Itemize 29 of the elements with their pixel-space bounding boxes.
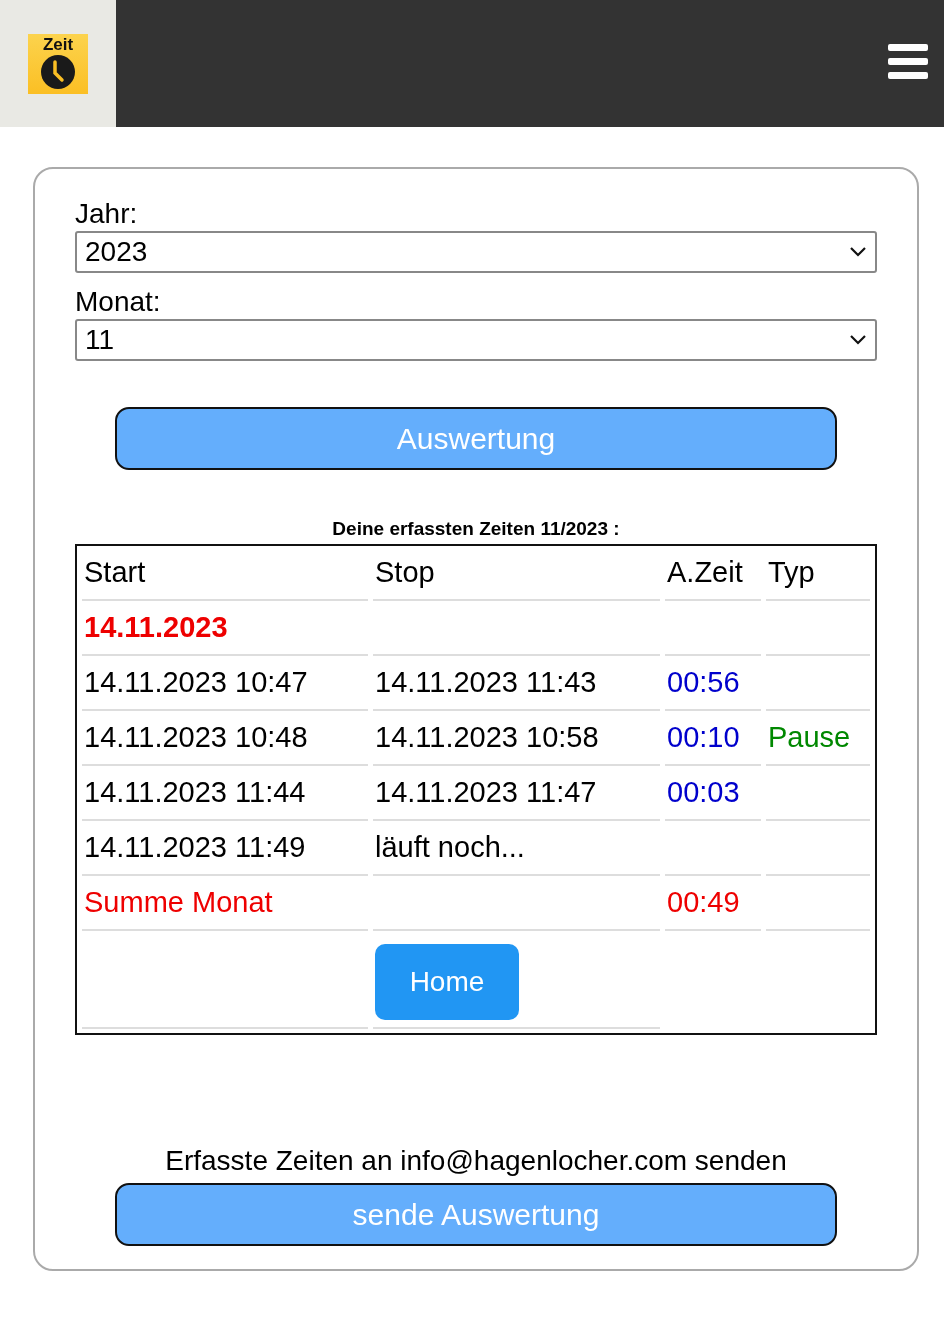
table-caption: Deine erfassten Zeiten 11/2023 : bbox=[332, 518, 620, 540]
table-cell: Pause bbox=[766, 711, 870, 766]
send-info-text: Erfasste Zeiten an info@hagenlocher.com senden bbox=[165, 1145, 787, 1177]
column-header: Start bbox=[82, 546, 368, 601]
table-cell: 14.11.2023 11:47 bbox=[373, 766, 660, 821]
table-cell: 14.11.2023 11:49 bbox=[82, 821, 368, 876]
app-logo[interactable]: Zeit bbox=[28, 33, 88, 94]
table-cell: 14.11.2023 11:44 bbox=[82, 766, 368, 821]
table-cell: 00:03 bbox=[665, 766, 761, 821]
menu-icon[interactable] bbox=[888, 44, 928, 80]
column-header: Typ bbox=[766, 546, 870, 601]
table-cell: 14.11.2023 11:43 bbox=[373, 656, 660, 711]
table-cell: 00:49 bbox=[665, 876, 761, 931]
column-header: Stop bbox=[373, 546, 660, 601]
table-cell: 14.11.2023 bbox=[82, 601, 368, 656]
table-cell: 14.11.2023 10:48 bbox=[82, 711, 368, 766]
chevron-down-icon bbox=[849, 334, 867, 346]
table-cell: 14.11.2023 10:58 bbox=[373, 711, 660, 766]
chevron-down-icon bbox=[849, 246, 867, 258]
table-cell: läuft noch... bbox=[373, 821, 660, 876]
table-cell: 14.11.2023 10:47 bbox=[82, 656, 368, 711]
year-label: Jahr: bbox=[75, 197, 138, 231]
month-select[interactable]: 11 bbox=[75, 319, 877, 361]
month-label: Monat: bbox=[75, 285, 161, 319]
column-header: A.Zeit bbox=[665, 546, 761, 601]
table-cell: 00:10 bbox=[665, 711, 761, 766]
year-select[interactable]: 2023 bbox=[75, 231, 877, 273]
table-cell: Summe Monat bbox=[82, 876, 368, 931]
table-cell: 00:56 bbox=[665, 656, 761, 711]
